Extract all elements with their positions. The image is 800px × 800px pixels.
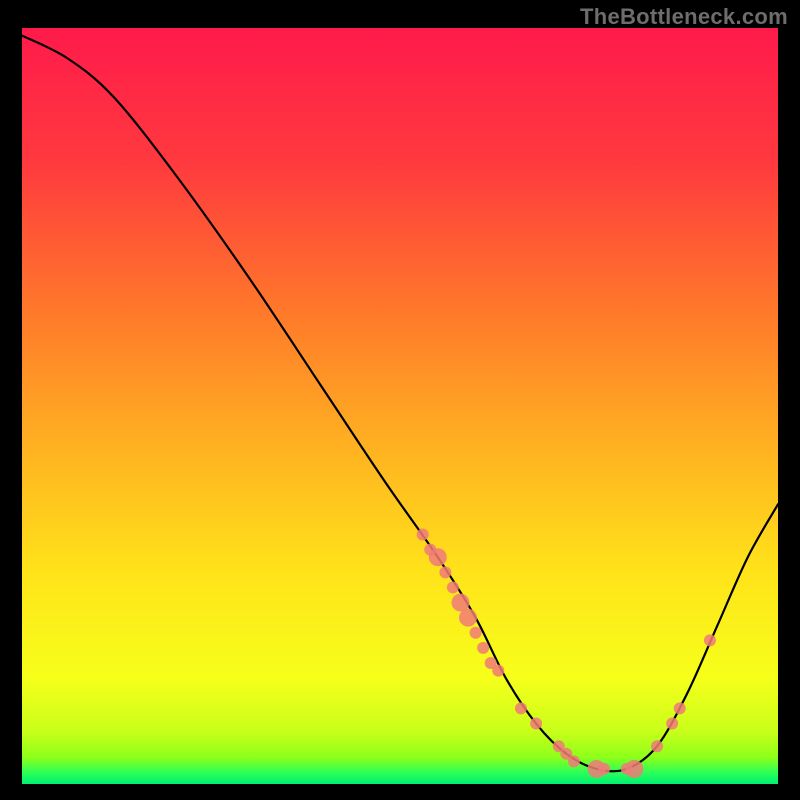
curve-dot bbox=[459, 609, 477, 627]
curve-dot bbox=[417, 529, 429, 541]
bottleneck-curve-chart bbox=[0, 0, 800, 800]
curve-dot bbox=[470, 627, 482, 639]
curve-dot bbox=[568, 755, 580, 767]
watermark-label: TheBottleneck.com bbox=[580, 4, 788, 30]
curve-dot bbox=[666, 718, 678, 730]
curve-dot bbox=[598, 763, 610, 775]
curve-dot bbox=[447, 581, 459, 593]
chart-container: TheBottleneck.com bbox=[0, 0, 800, 800]
curve-dot bbox=[492, 665, 504, 677]
curve-dot bbox=[651, 740, 663, 752]
curve-dot bbox=[477, 642, 489, 654]
curve-dot bbox=[625, 760, 643, 778]
curve-dot bbox=[530, 718, 542, 730]
curve-dot bbox=[704, 634, 716, 646]
curve-dot bbox=[674, 702, 686, 714]
curve-dot bbox=[429, 548, 447, 566]
plot-background bbox=[22, 28, 778, 784]
curve-dot bbox=[515, 702, 527, 714]
curve-dot bbox=[439, 566, 451, 578]
